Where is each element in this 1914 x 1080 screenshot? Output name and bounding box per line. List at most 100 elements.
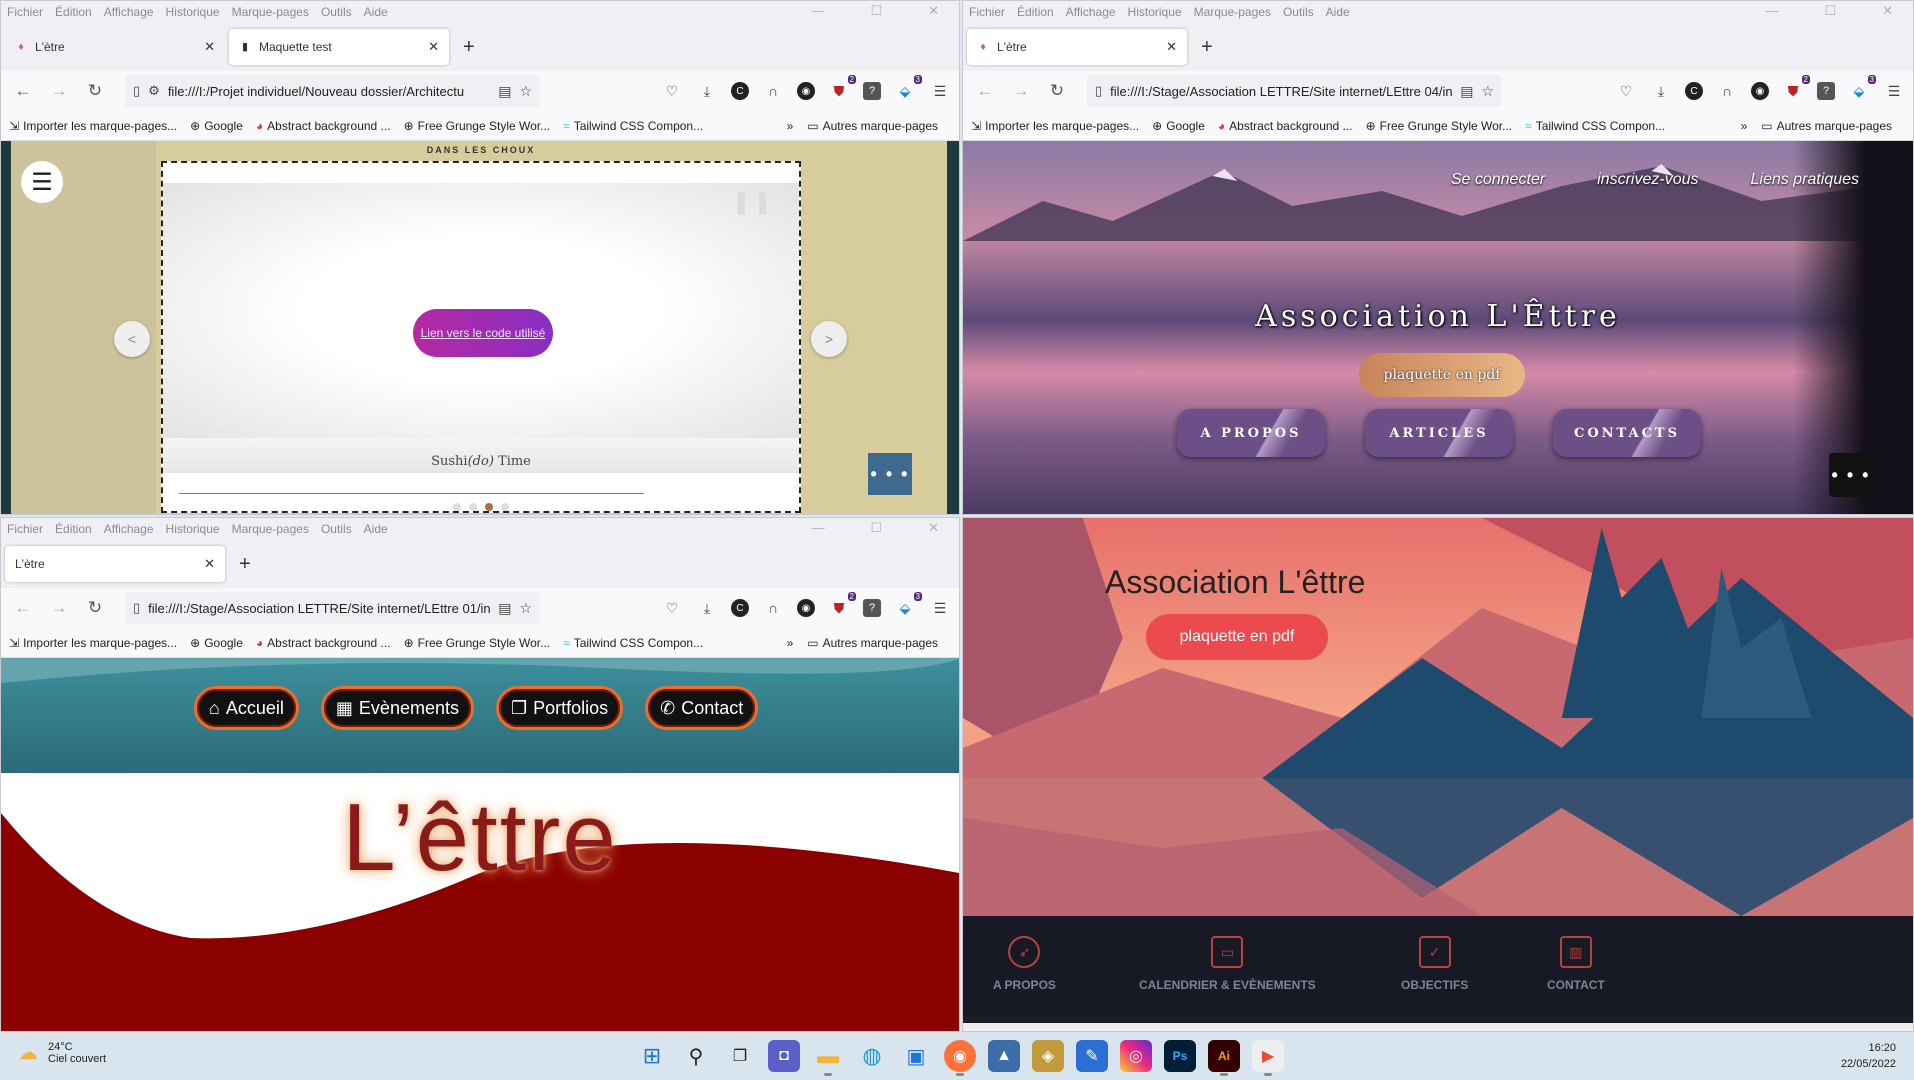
menu-marque-pages[interactable]: Marque-pages — [1194, 5, 1271, 19]
footer-contact[interactable]: ▥ CONTACT — [1547, 936, 1605, 992]
bookmark-google[interactable]: ⊕ Google — [190, 119, 243, 133]
hamburger-menu-icon[interactable]: ☰ — [929, 80, 951, 102]
bookmark-star-icon[interactable]: ☆ — [519, 600, 532, 617]
teams-chat-icon[interactable]: ◘ — [768, 1040, 800, 1072]
menu-fichier[interactable]: Fichier — [7, 522, 43, 536]
menu-outils[interactable]: Outils — [321, 522, 352, 536]
ublock-icon[interactable]: ⛊ 2 — [828, 75, 856, 102]
dot[interactable] — [501, 503, 509, 511]
reader-view-icon[interactable]: ▤ — [1460, 83, 1473, 100]
nav-portfolios-button[interactable]: ❐ Portfolios — [495, 686, 624, 730]
back-icon[interactable]: ← — [9, 77, 37, 105]
close-tab-icon[interactable]: ✕ — [204, 39, 215, 55]
menu-edition[interactable]: Édition — [55, 522, 92, 536]
photos-icon[interactable]: ▲ — [988, 1040, 1020, 1072]
menu-aide[interactable]: Aide — [364, 5, 388, 19]
new-tab-icon[interactable]: + — [239, 553, 251, 576]
minimize-icon[interactable]: — — [1765, 3, 1778, 19]
pocket-icon[interactable]: ♡ — [661, 80, 683, 102]
menu-marque-pages[interactable]: Marque-pages — [232, 5, 309, 19]
minimize-icon[interactable]: — — [811, 520, 824, 536]
reload-icon[interactable]: ↻ — [1043, 77, 1071, 105]
ccleaner-icon[interactable]: C — [731, 599, 749, 617]
headphones-icon[interactable]: ∩ — [762, 597, 784, 619]
reload-icon[interactable]: ↻ — [81, 77, 109, 105]
nav-contact-button[interactable]: ✆ Contact — [645, 686, 759, 730]
more-button[interactable]: • • • — [1829, 453, 1873, 497]
reader-view-icon[interactable]: ▤ — [498, 600, 511, 617]
forward-icon[interactable]: → — [45, 594, 73, 622]
chevron-more-icon[interactable]: » — [1741, 119, 1748, 133]
ublock-icon[interactable]: ⛊ 2 — [1782, 75, 1810, 102]
code-link-button[interactable]: Lien vers le code utilisé — [413, 309, 553, 357]
weather-widget[interactable]: ☁ 24°C Ciel couvert — [18, 1040, 106, 1065]
nav-links-link[interactable]: Liens pratiques — [1750, 171, 1859, 189]
pdf-button[interactable]: plaquette en pdf — [1359, 353, 1525, 397]
hamburger-menu-button[interactable]: ☰ — [21, 161, 63, 203]
pocket-icon[interactable]: ♡ — [1615, 80, 1637, 102]
dot[interactable] — [469, 503, 477, 511]
tab-maquette-test[interactable]: ▮ Maquette test ✕ — [229, 29, 449, 65]
bookmark-star-icon[interactable]: ☆ — [1481, 83, 1494, 100]
maximize-icon[interactable]: ☐ — [870, 3, 882, 19]
bookmark-other[interactable]: ▭ Autres marque-pages — [1761, 119, 1892, 133]
close-window-icon[interactable]: ✕ — [928, 520, 939, 536]
bookmark-google[interactable]: ⊕ Google — [190, 636, 243, 650]
bookmark-other[interactable]: ▭ Autres marque-pages — [807, 119, 938, 133]
footer-calendrier[interactable]: ▭ CALENDRIER & EVÈNEMENTS — [1139, 936, 1316, 992]
url-bar[interactable]: ▯ file:///I:/Stage/Association LETTRE/Sit… — [1087, 75, 1502, 107]
windows-start-icon[interactable]: ⊞ — [636, 1040, 668, 1072]
reader-view-icon[interactable]: ▤ — [498, 83, 511, 100]
prev-arrow-button[interactable]: < — [114, 321, 150, 357]
url-bar[interactable]: ▯ file:///I:/Stage/Association LETTRE/Sit… — [125, 592, 540, 624]
contacts-button[interactable]: CONTACTS — [1553, 409, 1701, 457]
bookmark-tailwind[interactable]: ≈ Tailwind CSS Compon... — [563, 636, 703, 650]
menu-outils[interactable]: Outils — [1283, 5, 1314, 19]
dot-active[interactable] — [485, 503, 493, 511]
nav-evenements-button[interactable]: ▦ Evènements — [320, 686, 474, 730]
bookmark-other[interactable]: ▭ Autres marque-pages — [807, 636, 938, 650]
bookmark-import[interactable]: ⇲ Importer les marque-pages... — [9, 119, 177, 133]
close-tab-icon[interactable]: ✕ — [428, 39, 439, 55]
hamburger-menu-icon[interactable]: ☰ — [1883, 80, 1905, 102]
menu-affichage[interactable]: Affichage — [104, 5, 154, 19]
new-tab-icon[interactable]: + — [1201, 36, 1213, 59]
bookmark-grunge[interactable]: ⊕ Free Grunge Style Wor... — [404, 636, 551, 650]
menu-fichier[interactable]: Fichier — [969, 5, 1005, 19]
extension-icon[interactable]: ⬙ 3 — [1848, 75, 1876, 102]
more-button[interactable]: • • • — [868, 453, 912, 495]
ccleaner-icon[interactable]: C — [731, 82, 749, 100]
grammarly-icon[interactable]: ◉ — [1751, 82, 1769, 100]
close-tab-icon[interactable]: ✕ — [204, 556, 215, 572]
apropos-button[interactable]: A PROPOS — [1177, 409, 1325, 457]
nav-accueil-button[interactable]: ⌂ Accueil — [194, 686, 299, 730]
bookmark-grunge[interactable]: ⊕ Free Grunge Style Wor... — [1366, 119, 1513, 133]
menu-marque-pages[interactable]: Marque-pages — [232, 522, 309, 536]
headphones-icon[interactable]: ∩ — [1716, 80, 1738, 102]
close-window-icon[interactable]: ✕ — [1882, 3, 1893, 19]
articles-button[interactable]: ARTICLES — [1365, 409, 1513, 457]
tab-lettre[interactable]: ♦ L'ètre ✕ — [5, 29, 225, 65]
headphones-icon[interactable]: ∩ — [762, 80, 784, 102]
next-arrow-button[interactable]: > — [811, 321, 847, 357]
task-view-icon[interactable]: ❐ — [724, 1040, 756, 1072]
help-icon[interactable]: ? — [863, 82, 881, 100]
firefox-icon[interactable]: ◉ — [944, 1040, 976, 1076]
search-icon[interactable]: ⚲ — [680, 1040, 712, 1072]
edge-icon[interactable]: ◍ — [856, 1040, 888, 1072]
bookmark-import[interactable]: ⇲ Importer les marque-pages... — [971, 119, 1139, 133]
close-window-icon[interactable]: ✕ — [928, 3, 939, 19]
permissions-icon[interactable]: ⚙ — [148, 83, 160, 99]
download-icon[interactable]: ⤓ — [696, 597, 718, 619]
media-player-icon[interactable]: ▶ — [1252, 1040, 1284, 1076]
photoshop-icon[interactable]: Ps — [1164, 1040, 1196, 1072]
editor-icon[interactable]: ✎ — [1076, 1040, 1108, 1072]
store-icon[interactable]: ▣ — [900, 1040, 932, 1072]
ublock-icon[interactable]: ⛊ 2 — [828, 592, 856, 619]
bookmark-google[interactable]: ⊕ Google — [1152, 119, 1205, 133]
new-tab-icon[interactable]: + — [463, 36, 475, 59]
instagram-icon[interactable]: ◎ — [1120, 1040, 1152, 1072]
bookmark-abstract[interactable]: ◕ Abstract background ... — [1218, 119, 1353, 133]
extension-icon[interactable]: ⬙ 3 — [894, 592, 922, 619]
menu-edition[interactable]: Édition — [1017, 5, 1054, 19]
